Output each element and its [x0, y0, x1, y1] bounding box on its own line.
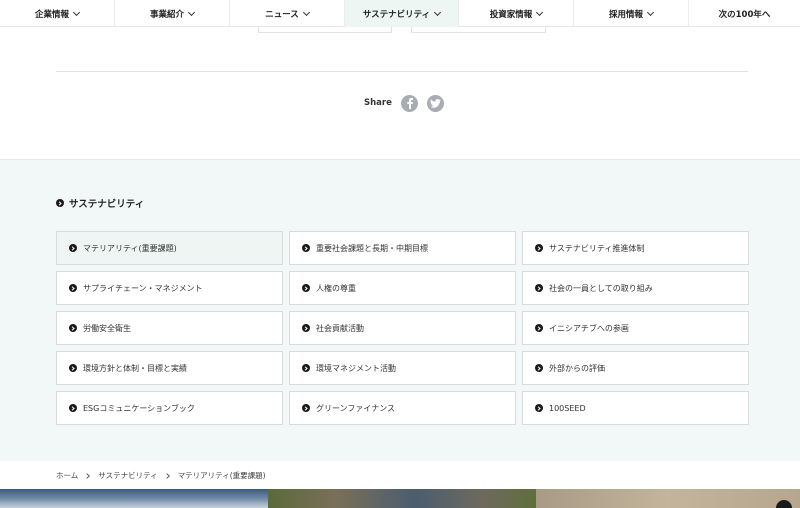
breadcrumb-home[interactable]: ホーム [56, 470, 78, 481]
nav-label: サステナビリティ [362, 9, 431, 20]
breadcrumb-current: マテリアリティ(重要課題) [177, 471, 266, 480]
link-card-label: 社会貢献活動 [316, 323, 364, 333]
link-card-environmental-management[interactable]: 環境マネジメント活動 [289, 351, 516, 385]
arrow-circle-icon [535, 284, 543, 292]
link-card-social-contribution[interactable]: 社会貢献活動 [289, 311, 516, 345]
link-card-label: 外部からの評価 [549, 363, 605, 373]
breadcrumb-sustainability[interactable]: サステナビリティ [98, 470, 157, 481]
arrow-circle-icon [302, 284, 310, 292]
link-card-social-issues-goals[interactable]: 重要社会課題と長期・中期目標 [289, 231, 516, 265]
link-card-label: マテリアリティ(重要課題) [83, 243, 177, 253]
link-card-community-initiatives[interactable]: 社会の一員としての取り組み [522, 271, 749, 305]
breadcrumb: ホーム サステナビリティ マテリアリティ(重要課題) [56, 470, 266, 481]
nav-item-sustainability[interactable]: サステナビリティ [345, 0, 459, 27]
link-card-label: グリーンファイナンス [316, 403, 396, 413]
link-card-label: 労働安全衛生 [83, 323, 131, 333]
facebook-icon[interactable] [400, 94, 418, 112]
nav-item-business[interactable]: 事業紹介 [115, 0, 230, 27]
nav-item-next-100-years[interactable]: 次の100年へ [689, 0, 800, 27]
link-card-label: 社会の一員としての取り組み [549, 283, 653, 293]
sustainability-link-grid: マテリアリティ(重要課題) 重要社会課題と長期・中期目標 サステナビリティ推進体… [56, 231, 749, 425]
link-card-label: 人権の尊重 [316, 283, 356, 293]
arrow-circle-icon [302, 404, 310, 412]
field-image [536, 489, 800, 508]
link-card-initiatives[interactable]: イニシアチブへの参画 [522, 311, 749, 345]
link-card-promotion-system[interactable]: サステナビリティ推進体制 [522, 231, 749, 265]
divider [56, 71, 748, 72]
twitter-icon[interactable] [426, 94, 444, 112]
share-bar: Share [364, 94, 453, 112]
nav-label: 事業紹介 [149, 9, 184, 20]
link-card-materiality[interactable]: マテリアリティ(重要課題) [56, 231, 283, 265]
nav-label: ニュース [265, 9, 299, 20]
link-card-label: 重要社会課題と長期・中期目標 [316, 243, 428, 253]
nav-item-investors[interactable]: 投資家情報 [459, 0, 574, 27]
earth-image [0, 489, 268, 508]
arrow-circle-icon [69, 404, 77, 412]
link-card-human-rights[interactable]: 人権の尊重 [289, 271, 516, 305]
arrow-circle-icon [69, 324, 77, 332]
arrow-circle-icon [535, 244, 543, 252]
link-card-label: 100SEED [549, 403, 586, 413]
section-title[interactable]: サステナビリティ [56, 196, 144, 210]
nav-label: 次の100年へ [718, 9, 771, 20]
footer-image-strip [0, 489, 800, 508]
global-nav: 企業情報 事業紹介 ニュース サステナビリティ 投資家情報 採用情報 次の100… [0, 0, 800, 27]
previous-card [258, 27, 392, 33]
nav-label: 投資家情報 [489, 9, 533, 20]
arrow-circle-icon [302, 364, 310, 372]
arrow-circle-icon [56, 199, 64, 207]
chevron-down-icon [72, 8, 81, 16]
previous-card [411, 27, 546, 33]
link-card-label: イニシアチブへの参画 [549, 323, 629, 333]
link-card-supply-chain[interactable]: サプライチェーン・マネジメント [56, 271, 283, 305]
link-card-external-evaluation[interactable]: 外部からの評価 [522, 351, 749, 385]
chevron-down-icon [646, 8, 655, 16]
link-card-green-finance[interactable]: グリーンファイナンス [289, 391, 516, 425]
link-card-label: 環境方針と体制・目標と実績 [83, 363, 187, 373]
arrow-circle-icon [535, 324, 543, 332]
arrow-circle-icon [69, 364, 77, 372]
arrow-circle-icon [302, 244, 310, 252]
nav-item-recruit[interactable]: 採用情報 [574, 0, 689, 27]
arrow-circle-icon [69, 284, 77, 292]
arrow-circle-icon [69, 244, 77, 252]
arrow-circle-icon [535, 404, 543, 412]
link-card-esg-book[interactable]: ESGコミュニケーションブック [56, 391, 283, 425]
share-label: Share [364, 98, 392, 108]
link-card-label: 環境マネジメント活動 [316, 363, 396, 373]
link-card-label: サプライチェーン・マネジメント [83, 283, 203, 293]
chevron-down-icon [434, 8, 442, 16]
link-card-label: ESGコミュニケーションブック [83, 403, 195, 413]
page-top-button[interactable] [776, 500, 792, 508]
link-card-occupational-safety[interactable]: 労働安全衛生 [56, 311, 283, 345]
link-card-environmental-policy[interactable]: 環境方針と体制・目標と実績 [56, 351, 283, 385]
chevron-down-icon [536, 8, 544, 16]
railway-yard-image [268, 489, 536, 508]
arrow-circle-icon [302, 324, 310, 332]
section-title-label: サステナビリティ [69, 199, 145, 210]
arrow-circle-icon [535, 364, 543, 372]
chevron-down-icon [187, 8, 196, 16]
nav-label: 企業情報 [34, 9, 69, 20]
link-card-label: サステナビリティ推進体制 [549, 243, 645, 253]
link-card-100seed[interactable]: 100SEED [522, 391, 749, 425]
nav-item-news[interactable]: ニュース [230, 0, 345, 27]
nav-label: 採用情報 [608, 9, 643, 20]
nav-item-company[interactable]: 企業情報 [0, 0, 115, 27]
chevron-down-icon [302, 8, 310, 16]
chevron-right-icon [84, 472, 91, 479]
chevron-right-icon [163, 472, 170, 479]
